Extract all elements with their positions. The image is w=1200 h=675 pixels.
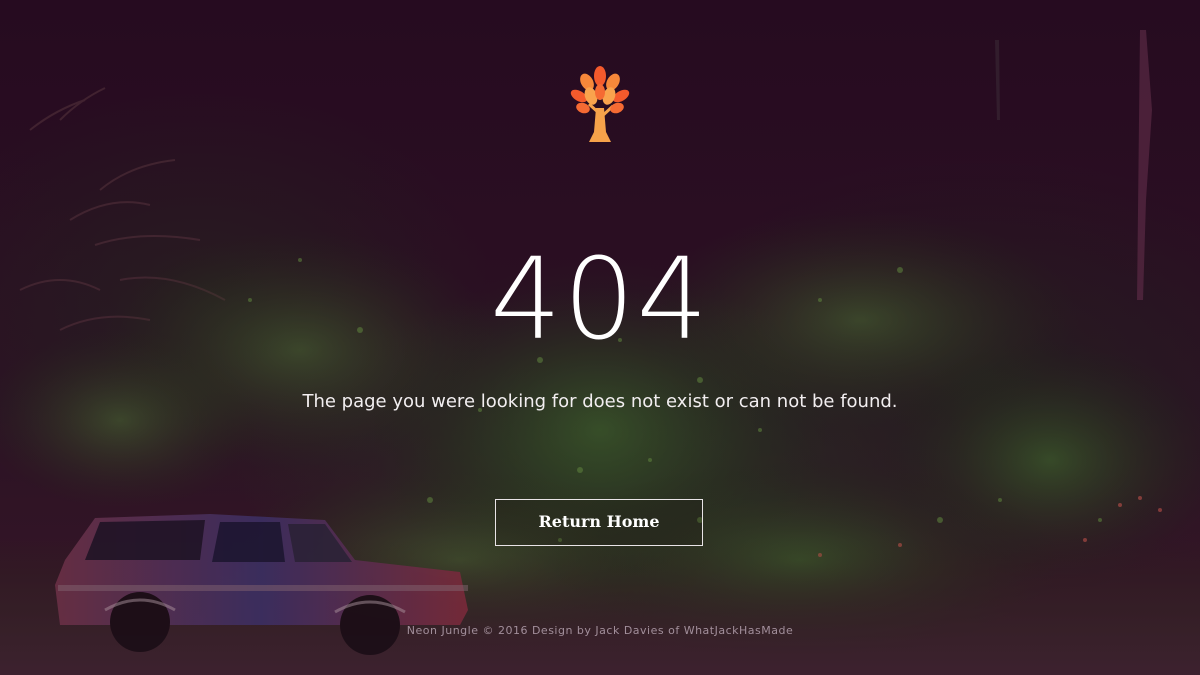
autumn-tree-icon	[570, 66, 630, 142]
error-code-heading: 404	[490, 235, 710, 365]
error-page: 404 The page you were looking for does n…	[0, 0, 1200, 675]
footer-credit: Neon Jungle © 2016 Design by Jack Davies…	[406, 624, 794, 637]
return-home-button[interactable]: Return Home	[495, 499, 703, 546]
error-message: The page you were looking for does not e…	[302, 391, 898, 412]
